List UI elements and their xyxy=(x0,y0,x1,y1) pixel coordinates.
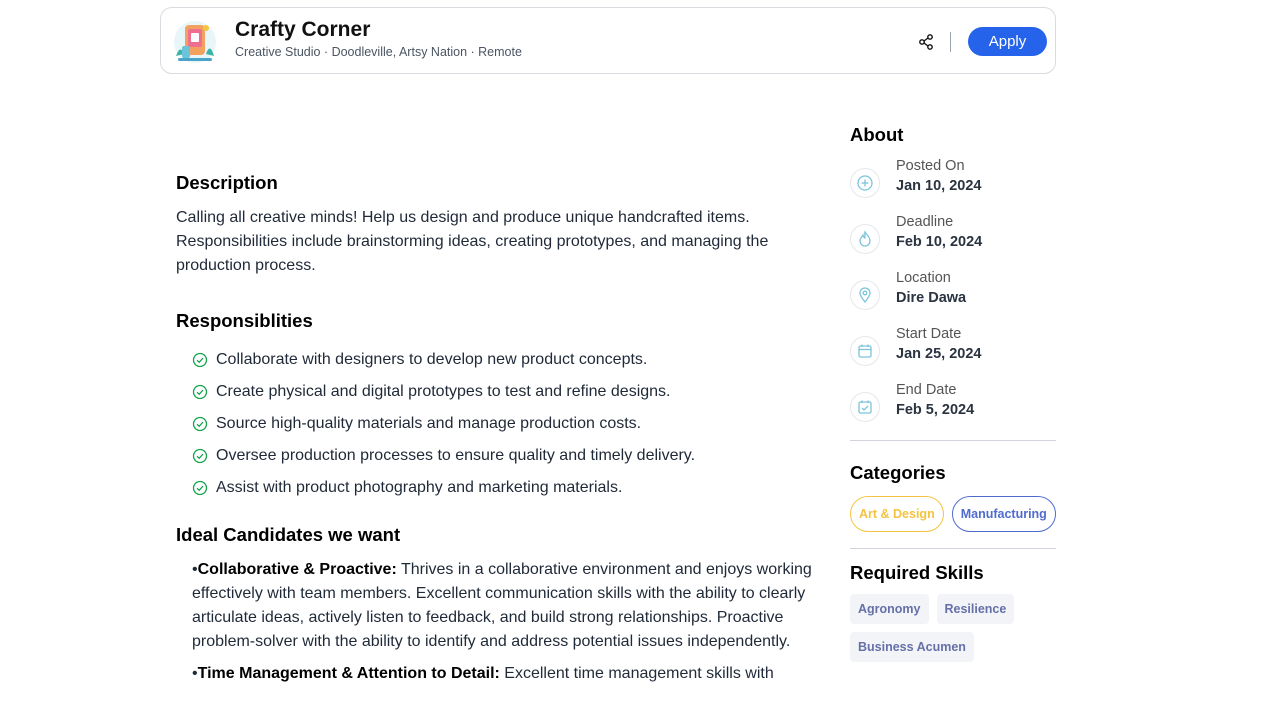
list-item: Source high-quality materials and manage… xyxy=(192,408,816,440)
about-value: Dire Dawa xyxy=(896,290,967,306)
responsibility-text: Source high-quality materials and manage… xyxy=(216,415,642,432)
job-header-card: Crafty Corner Creative Studio · Doodlevi… xyxy=(160,7,1056,74)
about-row-start: Start Date Jan 25, 2024 xyxy=(850,314,1056,370)
category-chip-art-design[interactable]: Art & Design xyxy=(850,496,944,532)
divider xyxy=(850,440,1056,441)
list-item: •Collaborative & Proactive: Thrives in a… xyxy=(192,561,812,650)
plus-circle-icon xyxy=(850,168,880,198)
list-item: Collaborate with designers to develop ne… xyxy=(192,344,816,376)
check-circle-icon xyxy=(192,352,208,368)
company-meta: Creative Studio · Doodleville, Artsy Nat… xyxy=(235,45,522,59)
about-row-deadline: Deadline Feb 10, 2024 xyxy=(850,202,1056,258)
about-value: Jan 10, 2024 xyxy=(896,178,982,194)
about-list: Posted On Jan 10, 2024 Deadline Feb 10, … xyxy=(850,146,1056,426)
skills-list: Agronomy Resilience Business Acumen xyxy=(850,594,1050,662)
responsibility-text: Oversee production processes to ensure q… xyxy=(216,447,696,464)
about-value: Feb 5, 2024 xyxy=(896,402,975,418)
flame-icon xyxy=(850,224,880,254)
about-label: End Date xyxy=(896,382,957,398)
check-circle-icon xyxy=(192,384,208,400)
share-icon[interactable] xyxy=(916,32,936,52)
description-title: Description xyxy=(176,172,278,193)
check-circle-icon xyxy=(192,416,208,432)
about-value: Feb 10, 2024 xyxy=(896,234,983,250)
about-row-location: Location Dire Dawa xyxy=(850,258,1056,314)
category-chip-manufacturing[interactable]: Manufacturing xyxy=(951,496,1056,532)
check-circle-icon xyxy=(192,480,208,496)
about-row-posted: Posted On Jan 10, 2024 xyxy=(850,146,1056,202)
check-circle-icon xyxy=(192,448,208,464)
ideal-heading: Collaborative & Proactive: xyxy=(197,561,397,578)
apply-button[interactable]: Apply xyxy=(968,27,1047,56)
about-value: Jan 25, 2024 xyxy=(896,346,982,362)
categories-title: Categories xyxy=(850,462,946,483)
categories-list: Art & Design Manufacturing xyxy=(850,496,1056,532)
company-name: Crafty Corner xyxy=(235,18,371,41)
description-text: Calling all creative minds! Help us desi… xyxy=(176,209,769,274)
about-label: Posted On xyxy=(896,158,965,174)
list-item: •Time Management & Attention to Detail: … xyxy=(192,665,774,682)
responsibility-text: Collaborate with designers to develop ne… xyxy=(216,351,648,368)
responsibility-text: Assist with product photography and mark… xyxy=(216,479,623,496)
divider xyxy=(850,548,1056,549)
responsibilities-list: Collaborate with designers to develop ne… xyxy=(176,344,816,504)
company-logo xyxy=(174,21,216,63)
ideal-text: Excellent time management skills with xyxy=(499,665,774,682)
responsibilities-title: Responsiblities xyxy=(176,310,313,331)
ideal-heading: Time Management & Attention to Detail: xyxy=(197,665,500,682)
calendar-check-icon xyxy=(850,392,880,422)
about-label: Deadline xyxy=(896,214,954,230)
job-sidebar: About Posted On Jan 10, 2024 Deadline Fe… xyxy=(850,124,1056,662)
about-label: Location xyxy=(896,270,951,286)
about-label: Start Date xyxy=(896,326,962,342)
responsibility-text: Create physical and digital prototypes t… xyxy=(216,383,671,400)
about-title: About xyxy=(850,124,904,145)
skill-tag: Business Acumen xyxy=(850,632,974,662)
ideal-candidates-list: •Collaborative & Proactive: Thrives in a… xyxy=(176,558,816,686)
skill-tag: Agronomy xyxy=(850,594,929,624)
header-divider xyxy=(950,32,951,52)
calendar-icon xyxy=(850,336,880,366)
list-item: Assist with product photography and mark… xyxy=(192,472,816,504)
list-item: Create physical and digital prototypes t… xyxy=(192,376,816,408)
skills-title: Required Skills xyxy=(850,562,984,583)
list-item: Oversee production processes to ensure q… xyxy=(192,440,816,472)
map-pin-icon xyxy=(850,280,880,310)
skill-tag: Resilience xyxy=(936,594,1015,624)
job-details: Description Calling all creative minds! … xyxy=(176,172,816,694)
ideal-candidates-title: Ideal Candidates we want xyxy=(176,524,401,545)
about-row-end: End Date Feb 5, 2024 xyxy=(850,370,1056,426)
